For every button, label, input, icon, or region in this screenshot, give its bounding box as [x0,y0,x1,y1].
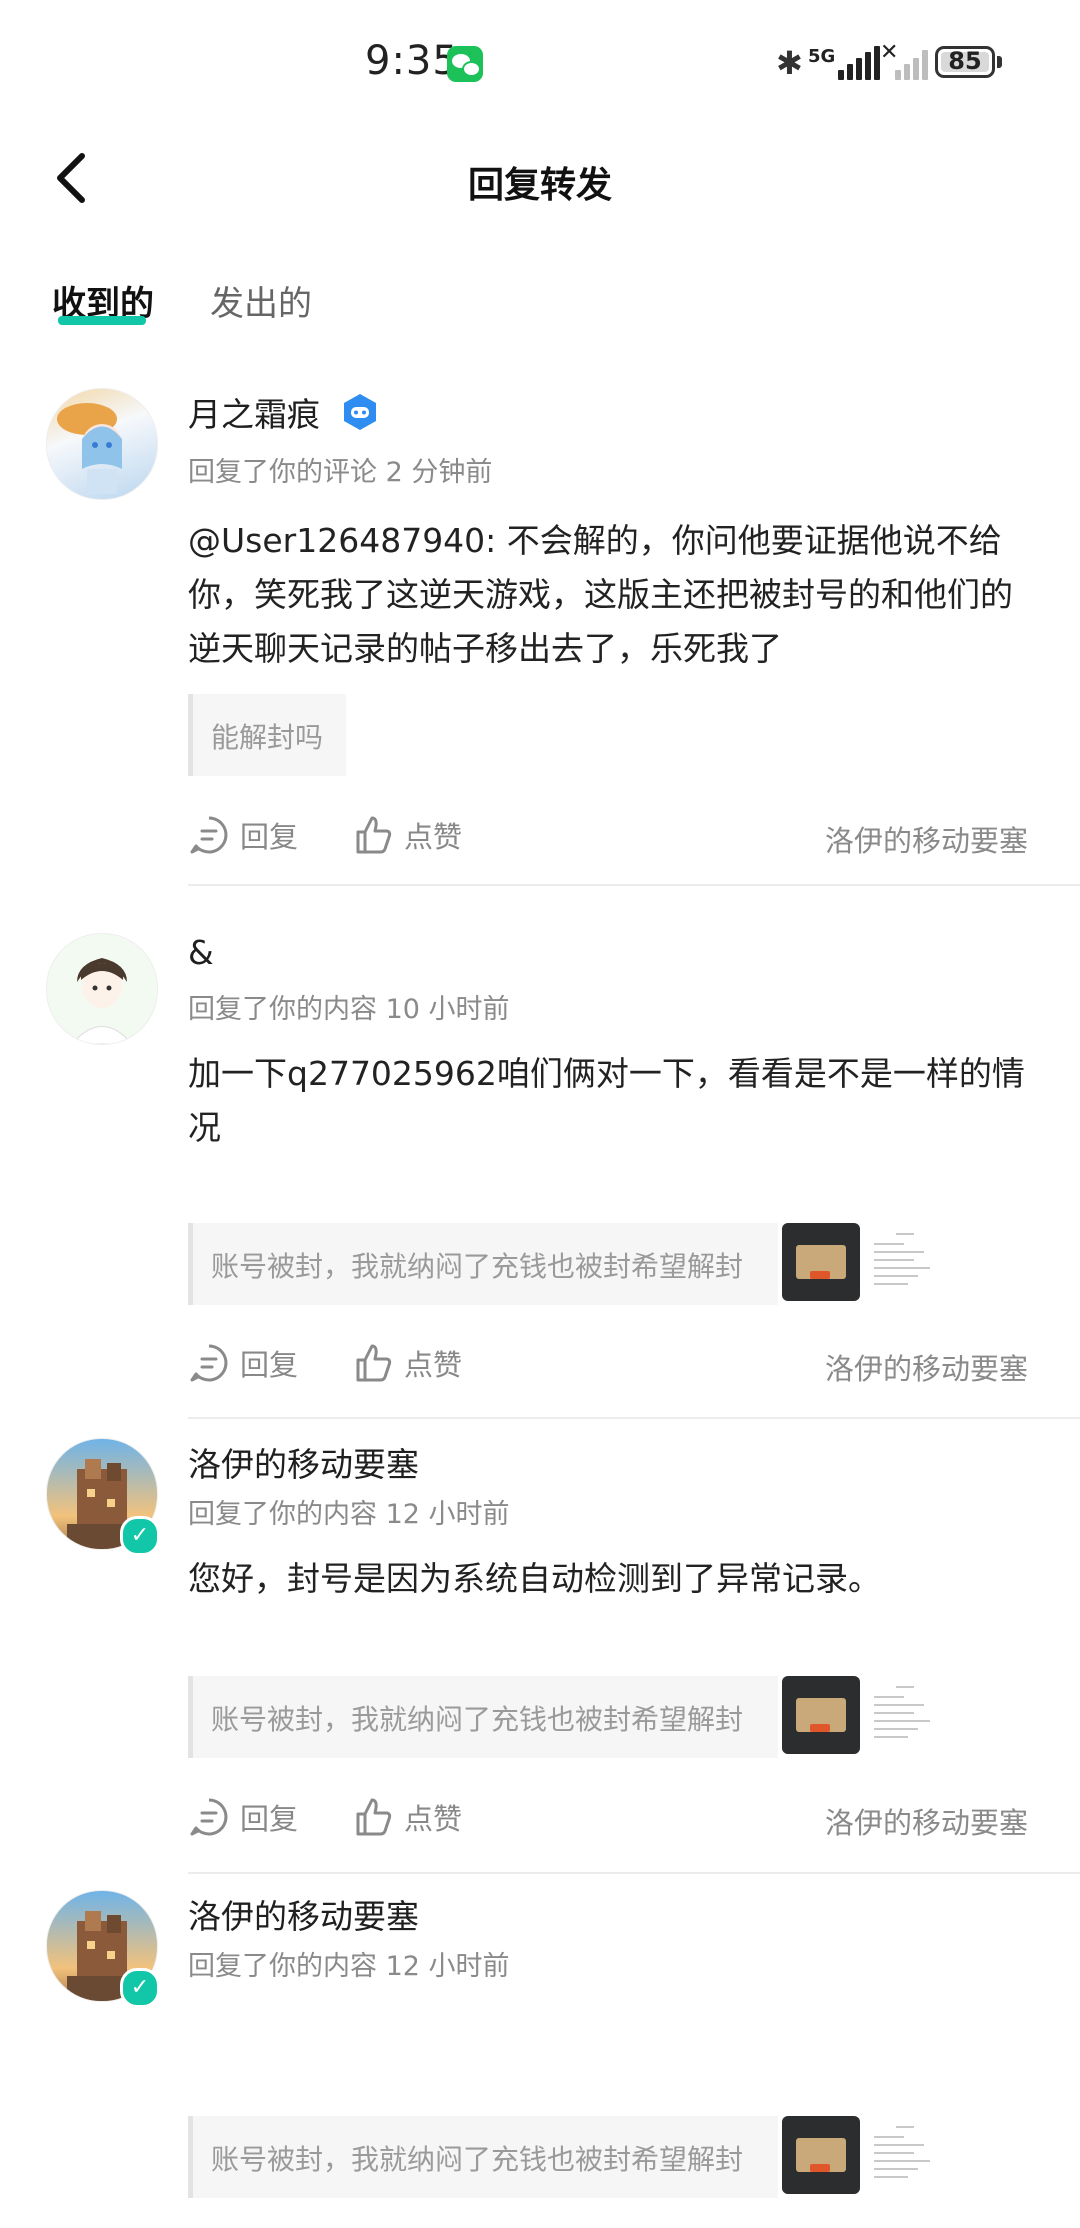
reply-meta: 回复了你的内容 12 小时前 [188,1951,510,1982]
thumbs-up-icon [356,816,392,854]
like-button[interactable]: 点赞 [352,810,462,860]
user-name[interactable]: 月之霜痕 [188,388,320,436]
thumbs-up-icon [356,1344,392,1382]
signal-2-icon [883,48,933,80]
quoted-image-thumbnail[interactable] [782,1223,860,1301]
tab-bar: 收到的 发出的 [0,260,1080,350]
wechat-notification-icon [447,46,483,82]
status-time: 9:35 [365,38,459,84]
quoted-image-thumbnail[interactable] [782,1676,860,1754]
divider [188,1872,1080,1874]
verified-icon: ✓ [120,1516,160,1556]
quoted-document-thumbnail[interactable] [868,1678,942,1752]
reply-content[interactable]: 您好，封号是因为系统自动检测到了异常记录。 [188,1552,1038,1606]
quoted-text: 账号被封，我就纳闷了充钱也被封希望解封 [211,1250,744,1283]
list-item[interactable]: & 回复了你的内容 10 小时前 加一下q277025962咱们俩对一下，看看是… [0,933,1080,1433]
thumbs-up-icon [356,1798,392,1836]
user-name[interactable]: & [188,933,214,972]
quoted-document-thumbnail[interactable] [868,1225,942,1299]
list-item[interactable]: ✓ 洛伊的移动要塞 回复了你的内容 12 小时前 账号被封，我就纳闷了充钱也被封… [0,1890,1080,2228]
status-bar: 9:35 ✱ 5G ✕ 85 [0,0,1080,120]
quoted-document-thumbnail[interactable] [868,2118,942,2192]
game-badge-icon [340,392,380,432]
tab-sent[interactable]: 发出的 [210,276,312,325]
reply-meta: 回复了你的评论 2 分钟前 [188,457,493,488]
divider [188,884,1080,886]
like-label: 点赞 [404,1348,463,1382]
list-item[interactable]: 月之霜痕 回复了你的评论 2 分钟前 @User126487940: 不会解的，… [0,388,1080,898]
like-label: 点赞 [404,820,463,854]
active-tab-indicator [58,316,146,325]
like-button[interactable]: 点赞 [352,1338,462,1388]
user-name[interactable]: 洛伊的移动要塞 [188,1890,419,1938]
bluetooth-icon: ✱ [776,44,803,82]
reply-label: 回复 [240,1348,299,1382]
battery-level: 85 [948,47,982,75]
user-name[interactable]: 洛伊的移动要塞 [188,1438,419,1486]
battery-icon: 85 [935,46,995,78]
list-item[interactable]: ✓ 洛伊的移动要塞 回复了你的内容 12 小时前 您好，封号是因为系统自动检测到… [0,1438,1080,1888]
comment-icon [190,1798,228,1836]
quoted-text: 能解封吗 [211,721,324,754]
reply-label: 回复 [240,1802,299,1836]
reply-button[interactable]: 回复 [188,1792,298,1842]
reply-content[interactable]: @User126487940: 不会解的，你问他要证据他说不给你，笑死我了这逆天… [188,514,1038,676]
source-forum[interactable]: 洛伊的移动要塞 [825,1346,1028,1388]
quoted-comment[interactable]: 账号被封，我就纳闷了充钱也被封希望解封 [188,2116,778,2198]
divider [188,1417,1080,1419]
action-row: 回复 点赞 洛伊的移动要塞 [188,1338,1028,1388]
quoted-comment[interactable]: 账号被封，我就纳闷了充钱也被封希望解封 [188,1676,778,1758]
like-button[interactable]: 点赞 [352,1792,462,1842]
avatar[interactable] [46,933,158,1045]
page-title: 回复转发 [467,165,612,206]
comment-icon [190,816,228,854]
reply-button[interactable]: 回复 [188,810,298,860]
source-forum[interactable]: 洛伊的移动要塞 [825,1800,1028,1842]
reply-meta: 回复了你的内容 10 小时前 [188,994,510,1025]
action-row: 回复 点赞 洛伊的移动要塞 [188,810,1028,860]
reply-meta: 回复了你的内容 12 小时前 [188,1499,510,1530]
comment-icon [190,1344,228,1382]
quoted-comment[interactable]: 能解封吗 [188,694,346,776]
like-label: 点赞 [404,1802,463,1836]
reply-label: 回复 [240,820,299,854]
verified-icon: ✓ [120,1968,160,2008]
avatar[interactable] [46,388,158,500]
action-row: 回复 点赞 洛伊的移动要塞 [188,1792,1028,1842]
reply-button[interactable]: 回复 [188,1338,298,1388]
quoted-text: 账号被封，我就纳闷了充钱也被封希望解封 [211,1703,744,1736]
quoted-comment[interactable]: 账号被封，我就纳闷了充钱也被封希望解封 [188,1223,778,1305]
top-bar: 回复转发 [0,120,1080,240]
quoted-text: 账号被封，我就纳闷了充钱也被封希望解封 [211,2143,744,2176]
reply-content[interactable]: 加一下q277025962咱们俩对一下，看看是不是一样的情况 [188,1047,1038,1155]
network-type: 5G [808,46,836,67]
quoted-image-thumbnail[interactable] [782,2116,860,2194]
source-forum[interactable]: 洛伊的移动要塞 [825,818,1028,860]
